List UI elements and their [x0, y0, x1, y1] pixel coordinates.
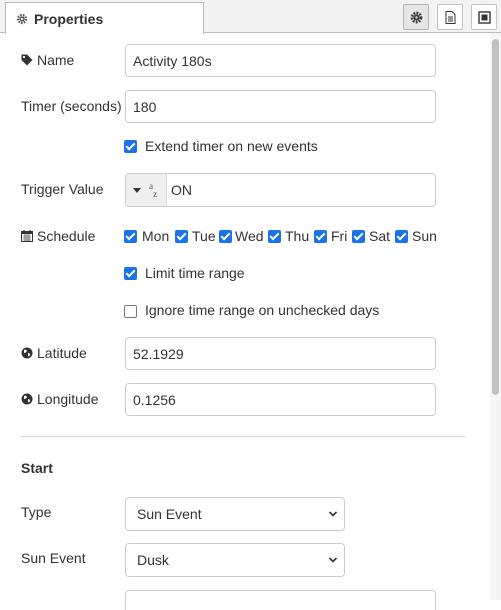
day-checkbox-mon[interactable]	[124, 230, 137, 243]
extend-timer-checkbox[interactable]	[124, 140, 137, 153]
day-label-fri: Fri	[331, 228, 348, 244]
name-input[interactable]	[125, 44, 436, 77]
name-label: Name	[21, 52, 74, 68]
day-label-tue: Tue	[192, 228, 216, 244]
latitude-input[interactable]	[125, 337, 436, 370]
tab-bar: Properties	[0, 0, 501, 34]
globe-icon	[21, 347, 33, 359]
latitude-label: Latitude	[21, 345, 87, 361]
start-section-heading: Start	[21, 460, 53, 476]
sun-event-value: Dusk	[137, 552, 169, 568]
globe-icon	[21, 393, 33, 405]
trigger-value-typed-input: az ON	[125, 173, 436, 207]
settings-tab-button[interactable]	[403, 4, 429, 30]
timer-input[interactable]	[125, 90, 436, 123]
properties-panel: Name Timer (seconds) Extend timer on new…	[0, 33, 490, 610]
day-label-sun: Sun	[412, 228, 437, 244]
limit-time-range-label: Limit time range	[145, 265, 245, 281]
trigger-value-input[interactable]: ON	[171, 182, 192, 198]
gear-icon	[410, 11, 422, 23]
caret-down-icon	[133, 188, 141, 193]
sun-event-select[interactable]: Dusk	[125, 543, 345, 577]
ignore-time-range-checkbox[interactable]	[124, 305, 137, 318]
tab-properties-label: Properties	[34, 10, 104, 27]
limit-time-range-checkbox[interactable]	[124, 267, 137, 280]
scrollbar-thumb[interactable]	[492, 39, 499, 395]
longitude-input[interactable]	[125, 383, 436, 416]
document-icon	[445, 10, 455, 24]
day-label-sat: Sat	[369, 228, 391, 244]
day-checkbox-wed[interactable]	[219, 230, 232, 243]
calendar-icon	[21, 230, 33, 242]
day-label-mon: Mon	[142, 228, 170, 244]
trigger-type-button[interactable]: az	[126, 174, 167, 206]
description-tab-button[interactable]	[437, 4, 463, 30]
chevron-down-icon	[328, 557, 338, 563]
day-checkbox-sat[interactable]	[352, 230, 365, 243]
day-label-wed: Wed	[235, 228, 264, 244]
schedule-label: Schedule	[21, 228, 95, 244]
string-type-icon: az	[149, 181, 158, 199]
ignore-time-range-label: Ignore time range on unchecked days	[145, 302, 380, 318]
day-checkbox-sun[interactable]	[395, 230, 408, 243]
start-type-select[interactable]: Sun Event	[125, 497, 345, 531]
gear-icon	[16, 13, 28, 24]
day-label-thu: Thu	[285, 228, 310, 244]
trigger-value-label: Trigger Value	[21, 181, 104, 197]
next-field-partial[interactable]	[125, 590, 436, 610]
tab-properties[interactable]: Properties	[5, 2, 204, 34]
start-type-value: Sun Event	[137, 506, 202, 522]
longitude-label: Longitude	[21, 391, 99, 407]
extend-timer-label: Extend timer on new events	[145, 138, 318, 154]
section-divider	[21, 436, 466, 437]
day-checkbox-fri[interactable]	[314, 230, 327, 243]
type-label: Type	[21, 504, 52, 520]
appearance-tab-button[interactable]	[471, 4, 497, 30]
day-checkbox-tue[interactable]	[175, 230, 188, 243]
day-checkbox-thu[interactable]	[268, 230, 281, 243]
tag-icon	[21, 54, 33, 66]
timer-label: Timer (seconds)	[21, 98, 122, 114]
chevron-down-icon	[328, 511, 338, 517]
window-icon	[477, 10, 491, 24]
sun-event-label: Sun Event	[21, 550, 86, 566]
scrollbar[interactable]	[490, 33, 501, 600]
